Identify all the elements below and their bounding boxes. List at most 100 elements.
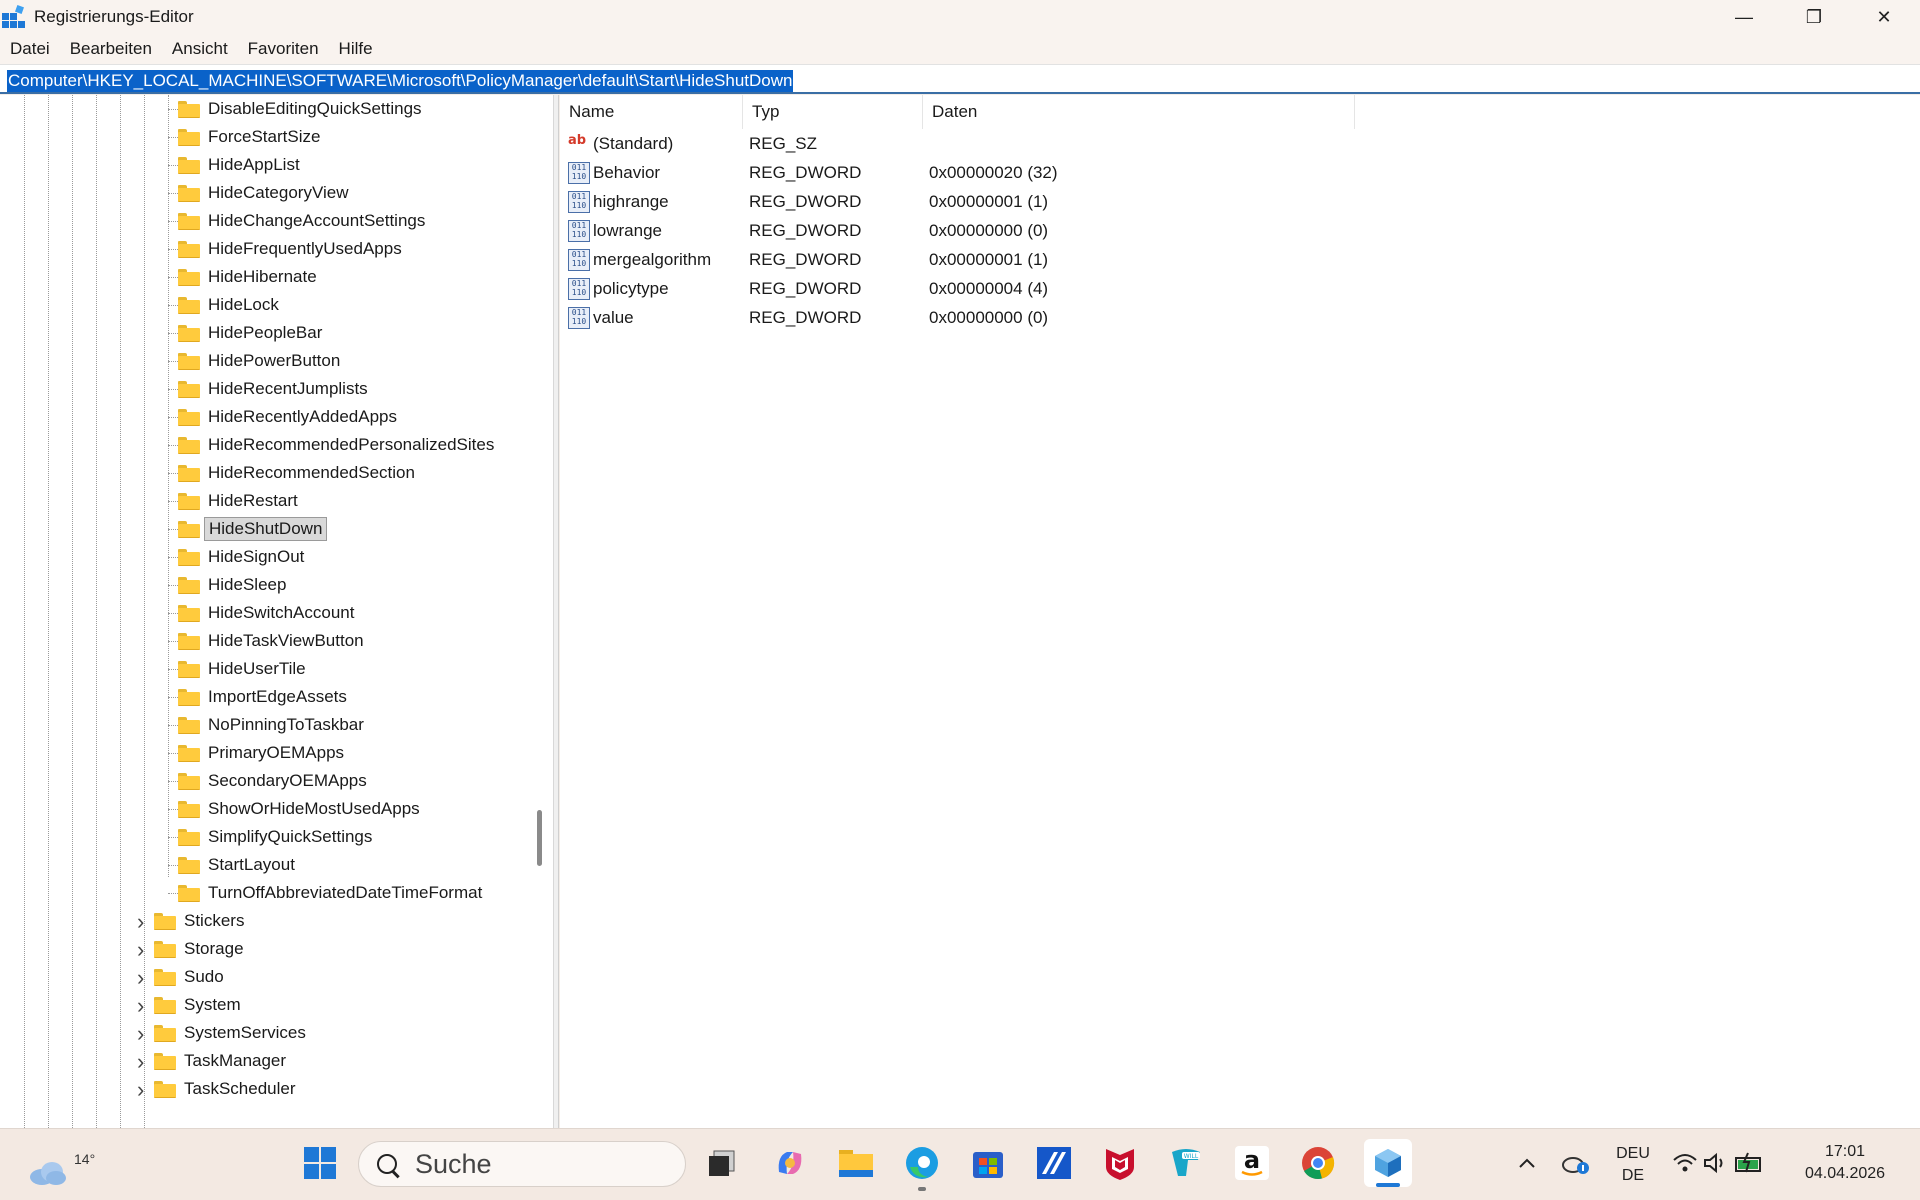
column-header-type[interactable]: Typ (743, 95, 923, 129)
taskbar-amazon[interactable]: a (1232, 1143, 1272, 1183)
folder-icon (154, 1080, 176, 1098)
expand-chevron-icon[interactable]: › (137, 909, 144, 935)
tree-item[interactable]: HidePowerButton (178, 347, 344, 375)
tree-item[interactable]: SystemServices (154, 1019, 310, 1047)
tree-item[interactable]: HideSleep (178, 571, 290, 599)
menu-datei[interactable]: Datei (0, 39, 60, 59)
tree-item[interactable]: NoPinningToTaskbar (178, 711, 368, 739)
weather-widget[interactable]: 14° (24, 1137, 95, 1193)
onedrive-tray[interactable] (1556, 1143, 1596, 1183)
tree-item[interactable]: Storage (154, 935, 248, 963)
expand-chevron-icon[interactable]: › (137, 993, 144, 1019)
quick-settings-button[interactable] (1668, 1143, 1768, 1183)
value-row[interactable]: ab (Standard) REG_SZ (560, 130, 1920, 159)
tree-item-label: System (184, 995, 241, 1014)
value-row[interactable]: 011 110 highrange REG_DWORD 0x00000001 (1) (560, 188, 1920, 217)
folder-icon (154, 1024, 176, 1042)
tree-item-selected[interactable]: HideShutDown (178, 515, 328, 543)
tree-item[interactable]: ShowOrHideMostUsedApps (178, 795, 424, 823)
pane-splitter[interactable] (554, 95, 559, 1128)
taskbar-copilot[interactable] (770, 1143, 810, 1183)
taskbar-mcafee[interactable] (1100, 1143, 1140, 1183)
column-header-name[interactable]: Name (560, 95, 743, 129)
tree-item[interactable]: SimplifyQuickSettings (178, 823, 376, 851)
expand-chevron-icon[interactable]: › (137, 937, 144, 963)
taskbar-blue-app[interactable] (1034, 1143, 1074, 1183)
tree-item[interactable]: HideTaskViewButton (178, 627, 368, 655)
tree-item[interactable]: HideHibernate (178, 263, 321, 291)
value-row[interactable]: 011 110 value REG_DWORD 0x00000000 (0) (560, 304, 1920, 333)
tree-item[interactable]: DisableEditingQuickSettings (178, 95, 426, 123)
taskbar-file-explorer[interactable] (836, 1143, 876, 1183)
tree-item[interactable]: HideRecommendedSection (178, 459, 419, 487)
tree-vertical-scrollbar[interactable] (537, 810, 542, 866)
tree-item[interactable]: TurnOffAbbreviatedDateTimeFormat (178, 879, 486, 907)
tree-item[interactable]: HideCategoryView (178, 179, 352, 207)
taskbar-edge[interactable] (902, 1143, 942, 1191)
tree-item[interactable]: TaskManager (154, 1047, 290, 1075)
tree-item[interactable]: HideChangeAccountSettings (178, 207, 429, 235)
taskbar-will-app[interactable]: WILL (1166, 1143, 1206, 1183)
taskbar-chrome[interactable] (1298, 1143, 1338, 1183)
language-indicator[interactable]: DEU DE (1612, 1143, 1654, 1187)
tree-item[interactable]: HideAppList (178, 151, 304, 179)
tree-item[interactable]: SecondaryOEMApps (178, 767, 371, 795)
tree-item[interactable]: HideSwitchAccount (178, 599, 358, 627)
value-row[interactable]: 011 110 Behavior REG_DWORD 0x00000020 (32) (560, 159, 1920, 188)
show-hidden-icons-button[interactable] (1507, 1143, 1547, 1183)
taskbar-search[interactable]: Suche (358, 1141, 686, 1187)
taskbar-regedit[interactable] (1364, 1139, 1412, 1187)
tree-item[interactable]: ImportEdgeAssets (178, 683, 351, 711)
address-bar[interactable]: Computer\HKEY_LOCAL_MACHINE\SOFTWARE\Mic… (0, 64, 1920, 94)
tree-item[interactable]: HideRecentlyAddedApps (178, 403, 401, 431)
tree-item[interactable]: HideSignOut (178, 543, 308, 571)
tree-item-label: HideRecentJumplists (208, 379, 368, 398)
tree-item[interactable]: HideRecentJumplists (178, 375, 372, 403)
amazon-icon: a (1235, 1146, 1269, 1180)
tree-item-label: HidePowerButton (208, 351, 341, 370)
tree-item[interactable]: System (154, 991, 245, 1019)
value-row[interactable]: 011 110 policytype REG_DWORD 0x00000004 (4) (560, 275, 1920, 304)
tree-item[interactable]: StartLayout (178, 851, 299, 879)
close-button[interactable]: ✕ (1849, 0, 1919, 34)
folder-icon (178, 184, 200, 202)
clock[interactable]: 17:01 04.04.2026 (1790, 1141, 1900, 1185)
values-list[interactable]: Name Typ Daten ab (Standard) REG_SZ 011 110 B… (560, 95, 1920, 1128)
value-row[interactable]: 011 110 mergealgorithm REG_DWORD 0x00000001 … (560, 246, 1920, 275)
folder-icon (178, 548, 200, 566)
expand-chevron-icon[interactable]: › (137, 965, 144, 991)
taskbar-task-view[interactable] (702, 1143, 742, 1183)
tree-item[interactable]: Stickers (154, 907, 248, 935)
tree-item[interactable]: HideLock (178, 291, 283, 319)
tree-item[interactable]: Sudo (154, 963, 228, 991)
tree-item-label: HideSleep (208, 575, 287, 594)
address-path[interactable]: Computer\HKEY_LOCAL_MACHINE\SOFTWARE\Mic… (7, 70, 794, 92)
key-tree[interactable]: DisableEditingQuickSettings ForceStartSiz… (0, 95, 554, 1128)
taskbar-store[interactable] (968, 1143, 1008, 1183)
tree-item[interactable]: HideFrequentlyUsedApps (178, 235, 406, 263)
minimize-button[interactable]: — (1709, 0, 1779, 34)
value-type: REG_DWORD (749, 163, 862, 182)
tree-item[interactable]: ForceStartSize (178, 123, 324, 151)
expand-chevron-icon[interactable]: › (137, 1077, 144, 1103)
tree-item[interactable]: HideUserTile (178, 655, 310, 683)
menu-hilfe[interactable]: Hilfe (329, 39, 383, 59)
menu-favoriten[interactable]: Favoriten (238, 39, 329, 59)
tree-item[interactable]: PrimaryOEMApps (178, 739, 348, 767)
tree-item[interactable]: HideRecommendedPersonalizedSites (178, 431, 498, 459)
column-header-data[interactable]: Daten (923, 95, 1355, 129)
tree-item[interactable]: TaskScheduler (154, 1075, 300, 1103)
tree-item[interactable]: HidePeopleBar (178, 319, 326, 347)
tree-item[interactable]: HideRestart (178, 487, 302, 515)
expand-chevron-icon[interactable]: › (137, 1049, 144, 1075)
start-button[interactable] (300, 1143, 340, 1183)
value-type: REG_DWORD (749, 279, 862, 298)
chrome-icon (1302, 1147, 1335, 1180)
restore-button[interactable]: ❐ (1779, 0, 1849, 34)
expand-chevron-icon[interactable]: › (137, 1021, 144, 1047)
menu-bearbeiten[interactable]: Bearbeiten (60, 39, 162, 59)
value-row[interactable]: 011 110 lowrange REG_DWORD 0x00000000 (0) (560, 217, 1920, 246)
title-bar: Registrierungs-Editor — ❐ ✕ (0, 0, 1920, 34)
menu-ansicht[interactable]: Ansicht (162, 39, 238, 59)
folder-icon (178, 436, 200, 454)
